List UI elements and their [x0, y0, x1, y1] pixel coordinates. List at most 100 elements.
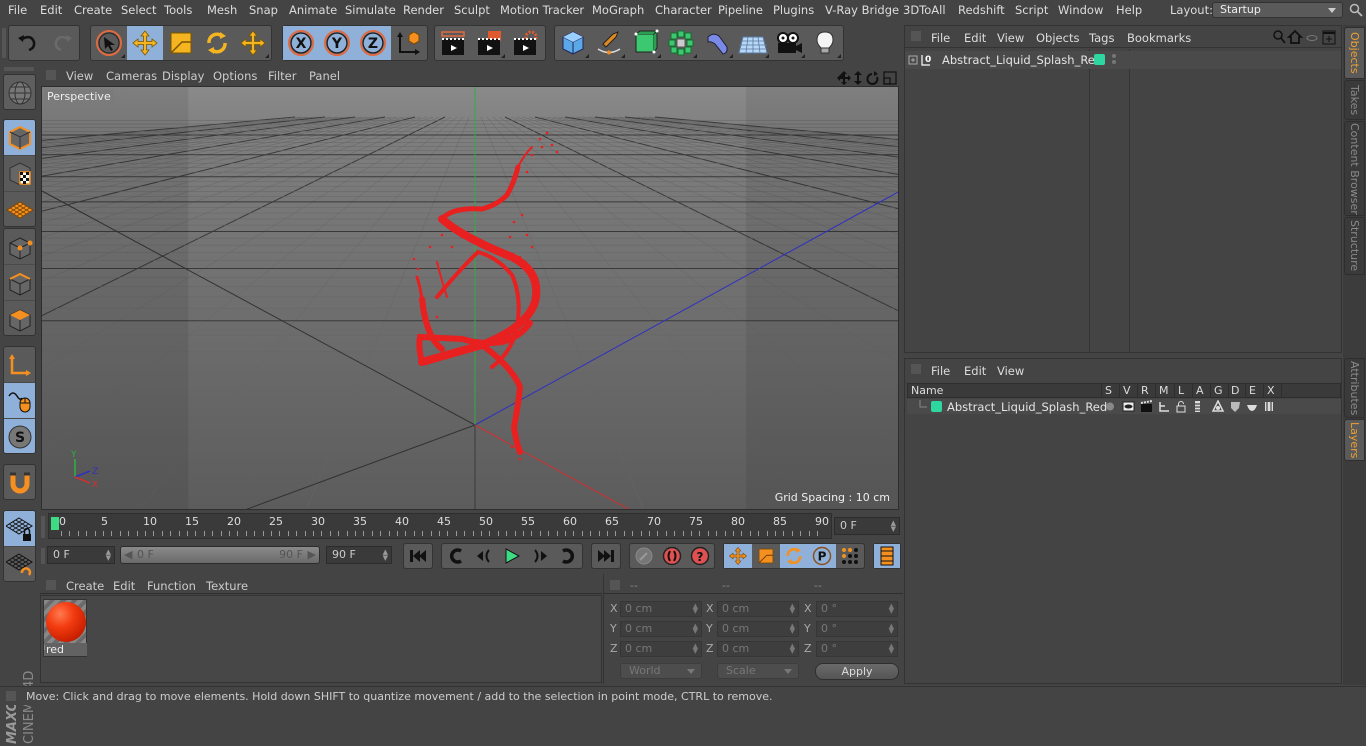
previous-frame-button[interactable] — [470, 544, 498, 568]
spinner-icon[interactable]: ▲ ▼ — [106, 549, 111, 562]
column-xrefs[interactable]: X — [1267, 384, 1275, 397]
timeline-grip[interactable] — [41, 516, 45, 538]
editor-visibility-dot[interactable] — [1112, 54, 1116, 58]
new-window-icon[interactable] — [1322, 30, 1336, 45]
generator-icon[interactable] — [1211, 400, 1225, 412]
y-axis-lock-button[interactable]: Y — [319, 26, 355, 60]
pan-view-icon[interactable] — [837, 71, 851, 85]
apply-button[interactable]: Apply — [815, 663, 899, 680]
key-scale-button[interactable] — [752, 544, 780, 568]
solo-mode-button[interactable]: S — [4, 419, 35, 453]
material-menu-texture[interactable]: Texture — [206, 579, 248, 593]
rotate-view-icon[interactable] — [866, 71, 879, 85]
rotation-y-field[interactable]: 0 ° ▲ ▼ — [816, 621, 898, 637]
tab-objects[interactable]: Objects — [1344, 27, 1365, 79]
move-tool-button[interactable] — [127, 26, 163, 60]
menu-vray-bridge[interactable]: V-Ray Bridge — [825, 3, 899, 17]
render-clapboard-icon[interactable] — [1140, 400, 1153, 412]
column-render[interactable]: R — [1141, 384, 1149, 397]
recent-tool-button[interactable] — [235, 26, 271, 60]
tab-attributes[interactable]: Attributes — [1344, 358, 1365, 418]
timeline-ruler[interactable]: 0 5 10 15 20 25 30 35 40 45 50 55 60 65 70 75 80 85 90 — [48, 513, 832, 539]
texture-mode-button[interactable] — [4, 156, 35, 192]
tweak-mode-button[interactable] — [4, 383, 35, 419]
material-menu-edit[interactable]: Edit — [113, 579, 135, 593]
key-parameter-button[interactable]: P — [808, 544, 836, 568]
layer-row[interactable]: Abstract_Liquid_Splash_Red — [907, 399, 1341, 414]
viewport-menu-options[interactable]: Options — [213, 69, 257, 83]
zoom-view-icon[interactable] — [854, 71, 862, 85]
frame-range-slider[interactable]: ◀ 0 F 90 F ▶ — [120, 546, 320, 564]
next-frame-button[interactable] — [526, 544, 554, 568]
menu-create[interactable]: Create — [74, 3, 112, 17]
make-editable-button[interactable] — [4, 75, 35, 109]
layout-select[interactable]: Startup — [1212, 2, 1343, 18]
menu-mesh[interactable]: Mesh — [207, 3, 237, 17]
layer-color-swatch[interactable] — [931, 401, 942, 412]
deformer-shield-icon[interactable] — [1231, 402, 1240, 412]
rotate-tool-button[interactable] — [199, 26, 235, 60]
menu-sculpt[interactable]: Sculpt — [454, 3, 490, 17]
expand-plus-icon[interactable] — [908, 55, 918, 65]
menu-redshift[interactable]: Redshift — [958, 3, 1005, 17]
object-menu-bookmarks[interactable]: Bookmarks — [1127, 31, 1191, 45]
layer-menu-view[interactable]: View — [997, 364, 1024, 378]
model-mode-button[interactable] — [4, 120, 35, 156]
column-locked[interactable]: L — [1178, 384, 1184, 397]
column-generators[interactable]: G — [1214, 384, 1223, 397]
key-position-button[interactable] — [724, 544, 752, 568]
add-mograph-cloner-button[interactable] — [663, 26, 699, 60]
rotation-x-field[interactable]: 0 ° ▲ ▼ — [816, 601, 898, 617]
camera-label[interactable]: Perspective — [44, 89, 114, 104]
next-key-button[interactable] — [554, 544, 582, 568]
menu-pipeline[interactable]: Pipeline — [718, 3, 763, 17]
object-name[interactable]: Abstract_Liquid_Splash_Red — [942, 53, 1102, 67]
enable-axis-button[interactable] — [4, 347, 35, 383]
undo-button[interactable] — [9, 26, 45, 60]
object-menu-file[interactable]: File — [931, 31, 950, 45]
menu-edit[interactable]: Edit — [40, 3, 62, 17]
polygons-mode-button[interactable] — [4, 301, 35, 335]
menu-render[interactable]: Render — [403, 3, 444, 17]
tab-layers[interactable]: Layers — [1344, 419, 1365, 461]
viewport-grip[interactable] — [46, 70, 56, 80]
previous-key-button[interactable] — [442, 544, 470, 568]
render-view-button[interactable] — [435, 26, 471, 60]
range-left-arrow-icon[interactable]: ◀ — [124, 548, 132, 561]
menu-snap[interactable]: Snap — [249, 3, 278, 17]
x-axis-lock-button[interactable]: X — [283, 26, 319, 60]
object-menu-edit[interactable]: Edit — [964, 31, 986, 45]
menu-window[interactable]: Window — [1058, 3, 1103, 17]
menu-mograph[interactable]: MoGraph — [592, 3, 644, 17]
mode-toolbar-grip[interactable] — [4, 67, 34, 71]
position-z-field[interactable]: 0 cm ▲ ▼ — [620, 641, 702, 657]
points-mode-button[interactable] — [4, 229, 35, 265]
object-menu-view[interactable]: View — [997, 31, 1024, 45]
object-manager-grip[interactable] — [911, 31, 921, 41]
playback-grip[interactable] — [41, 548, 45, 564]
spinner-icon[interactable]: ▲ ▼ — [891, 520, 896, 533]
animation-film-icon[interactable] — [1195, 401, 1200, 412]
add-spline-pen-button[interactable] — [591, 26, 627, 60]
menu-script[interactable]: Script — [1015, 3, 1048, 17]
lock-icon[interactable] — [1176, 401, 1186, 413]
menu-3dtoall[interactable]: 3DToAll — [903, 3, 946, 17]
add-light-button[interactable] — [807, 26, 843, 60]
menu-file[interactable]: File — [8, 3, 27, 17]
timeline-window-button[interactable] — [874, 544, 900, 568]
render-visibility-dot[interactable] — [1112, 60, 1116, 64]
expression-cup-icon[interactable] — [1247, 405, 1257, 411]
menu-character[interactable]: Character — [655, 3, 712, 17]
viewport-menu-panel[interactable]: Panel — [309, 69, 340, 83]
layer-color-swatch[interactable] — [1094, 54, 1105, 65]
filter-icon[interactable] — [1306, 35, 1318, 41]
range-right-arrow-icon[interactable]: ▶ — [308, 548, 316, 561]
size-y-field[interactable]: 0 cm ▲ ▼ — [717, 621, 799, 637]
maximize-view-icon[interactable] — [883, 71, 897, 85]
coordinate-system-button[interactable] — [391, 26, 427, 60]
material-menu-create[interactable]: Create — [66, 579, 104, 593]
object-row[interactable]: 0 Abstract_Liquid_Splash_Red — [905, 51, 1341, 69]
viewport-scene[interactable]: Y Z X — [42, 87, 899, 510]
toolbar-grip[interactable] — [2, 28, 6, 58]
column-manager[interactable]: M — [1159, 384, 1169, 397]
